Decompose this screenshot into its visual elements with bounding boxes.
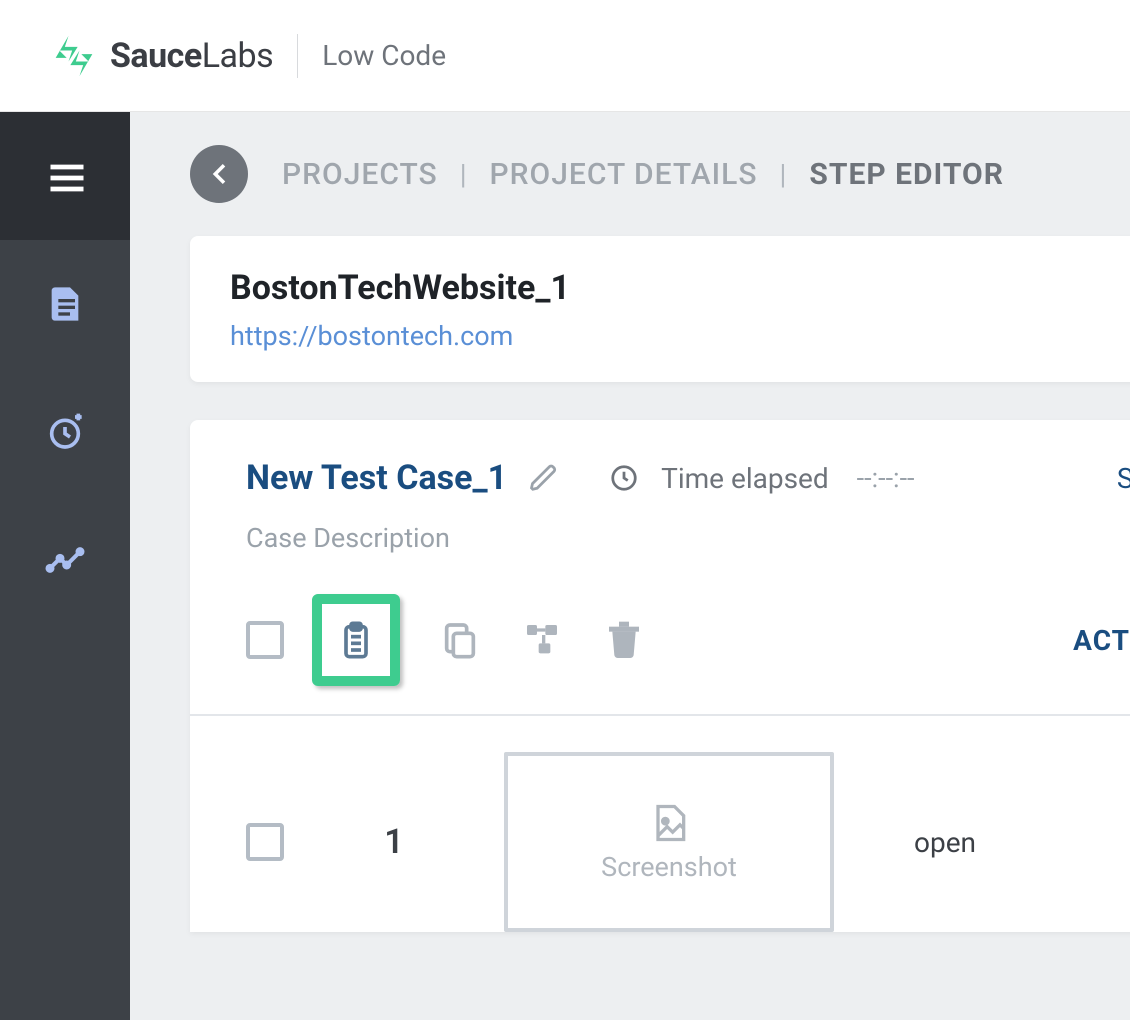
product-name: Low Code <box>322 39 446 72</box>
test-case-card: New Test Case_1 Time elapsed --:--:-- Se… <box>190 420 1130 932</box>
document-icon <box>45 284 85 324</box>
steps-toolbar: ACT <box>246 594 1130 686</box>
sidebar-item-analytics[interactable] <box>0 496 130 624</box>
main-content: PROJECTS | PROJECT DETAILS | STEP EDITOR… <box>130 112 1130 1020</box>
sidebar-item-projects[interactable] <box>0 240 130 368</box>
select-partial[interactable]: Sele <box>1117 462 1130 495</box>
step-checkbox[interactable] <box>246 823 284 861</box>
delete-button[interactable] <box>602 618 646 662</box>
step-number: 1 <box>324 822 464 862</box>
time-elapsed-label: Time elapsed <box>661 462 829 495</box>
time-elapsed-value: --:--:-- <box>857 462 915 494</box>
breadcrumb-sep: | <box>780 158 788 191</box>
step-action-partial[interactable]: open <box>914 826 976 859</box>
sidebar-item-schedule[interactable] <box>0 368 130 496</box>
copy-button[interactable] <box>438 618 482 662</box>
breadcrumb: PROJECTS | PROJECT DETAILS | STEP EDITOR <box>130 112 1130 236</box>
project-title: BostonTechWebsite_1 <box>230 268 1130 308</box>
saucelabs-logo-icon <box>52 34 96 78</box>
test-case-title[interactable]: New Test Case_1 <box>246 458 507 498</box>
flow-button[interactable] <box>520 618 564 662</box>
case-description-input[interactable]: Case Description <box>246 522 1130 554</box>
clock-icon <box>609 463 639 493</box>
screenshot-label: Screenshot <box>601 851 737 883</box>
menu-toggle[interactable] <box>0 112 130 240</box>
paste-button-highlighted[interactable] <box>312 594 400 686</box>
brand-logo[interactable]: SauceLabs <box>52 34 273 78</box>
step-row: 1 Screenshot open <box>190 716 1130 932</box>
edit-icon[interactable] <box>529 463 559 493</box>
clock-plus-icon <box>45 412 85 452</box>
action-column-header: ACT <box>1073 624 1130 657</box>
image-icon <box>647 801 691 845</box>
breadcrumb-item-projects[interactable]: PROJECTS <box>282 157 438 192</box>
clipboard-icon <box>334 618 378 662</box>
hamburger-icon <box>45 156 85 196</box>
brand-name: SauceLabs <box>110 36 273 76</box>
header-divider <box>297 34 298 78</box>
top-header: SauceLabs Low Code <box>0 0 1130 112</box>
sidebar <box>0 112 130 1020</box>
select-all-checkbox[interactable] <box>246 621 284 659</box>
back-button[interactable] <box>190 145 248 203</box>
breadcrumb-sep: | <box>460 158 468 191</box>
breadcrumb-item-step-editor[interactable]: STEP EDITOR <box>809 157 1004 192</box>
project-card: BostonTechWebsite_1 https://bostontech.c… <box>190 236 1130 382</box>
project-url[interactable]: https://bostontech.com <box>230 320 1130 352</box>
breadcrumb-item-project-details[interactable]: PROJECT DETAILS <box>490 157 758 192</box>
screenshot-thumbnail[interactable]: Screenshot <box>504 752 834 932</box>
trend-icon <box>45 540 85 580</box>
